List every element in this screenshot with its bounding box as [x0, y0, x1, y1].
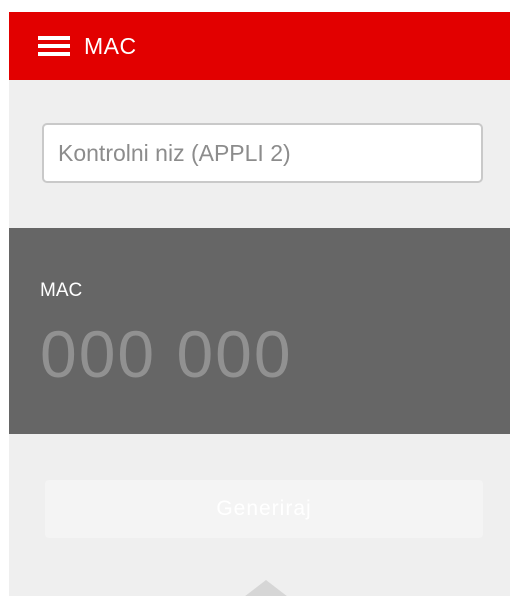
app-header: MAC [9, 12, 510, 80]
mac-result-panel: MAC 000 000 [9, 228, 510, 434]
mac-code-value: 000 000 [40, 317, 293, 391]
chevron-up-icon[interactable] [240, 580, 292, 596]
challenge-input[interactable] [42, 123, 483, 183]
generate-button[interactable]: Generiraj [45, 480, 483, 538]
mac-label: MAC [40, 280, 83, 301]
app-screen: MAC MAC 000 000 Generiraj [9, 12, 510, 596]
page-title: MAC [84, 32, 137, 59]
hamburger-menu-icon[interactable] [38, 36, 70, 56]
